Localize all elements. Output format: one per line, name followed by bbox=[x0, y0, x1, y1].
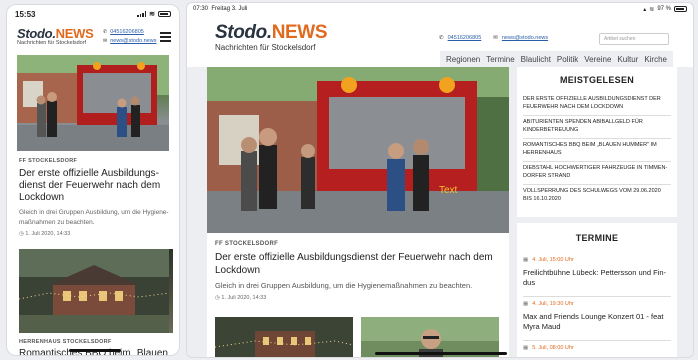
meistgelesen-item[interactable]: DIEBSTAHL HOCHWERTIGER FAHRZEUGE IN TIMM… bbox=[523, 162, 671, 185]
nav-kirche[interactable]: Kirche bbox=[644, 55, 667, 64]
email-link[interactable]: news@stodo.news bbox=[502, 35, 548, 41]
meistgelesen-heading: MEISTGELESEN bbox=[559, 75, 635, 85]
battery-level: 97 % bbox=[657, 6, 671, 12]
wifi-icon: ≋ bbox=[149, 11, 155, 18]
home-indicator bbox=[375, 352, 507, 355]
herrenhaus-photo bbox=[19, 248, 170, 333]
tablet-status-time: 07:30 bbox=[193, 6, 209, 12]
menu-icon[interactable] bbox=[160, 32, 171, 44]
nav-vereine[interactable]: Vereine bbox=[584, 55, 611, 64]
meistgelesen-item[interactable]: VOLLSPERRUNG DES SCHULWEGS VOM 29.06.202… bbox=[523, 185, 671, 207]
fire-truck-photo bbox=[17, 55, 169, 151]
sidebar: MEISTGELESEN DER ERSTE OFFIZIELLE AUSBIL… bbox=[517, 67, 677, 357]
termine-list: ▦ 4. Juli, 15:00 Uhr Freilichtbühne Lübec… bbox=[523, 253, 671, 357]
logo-news: NEWS bbox=[271, 22, 328, 43]
phone-link[interactable]: 04516206805 bbox=[448, 35, 482, 41]
phone-header: Stodo.NEWS Nachrichten für Stockelsdorf … bbox=[7, 23, 179, 49]
article-date: ◷ 1. Juli 2020, 14:33 bbox=[19, 230, 71, 237]
tablet-frame: 07:30 Freitag 3. Juli ▴ ≋ 97 % Stodo.NEW… bbox=[186, 2, 694, 358]
calendar-icon: ▦ bbox=[523, 300, 529, 307]
article-teaser: Gleich in drei Gruppen Ausbildung, um di… bbox=[215, 281, 473, 290]
signal-icon bbox=[137, 11, 147, 17]
logo-tagline: Nachrichten für Stockelsdorf bbox=[17, 40, 87, 46]
termine-item[interactable]: ▦ 4. Juli, 19:30 Uhr Max and Friends Loun… bbox=[523, 297, 671, 342]
phone-icon: ✆ bbox=[439, 35, 444, 41]
logo-tagline: Nachrichten für Stockelsdorf bbox=[215, 43, 316, 52]
termine-item[interactable]: ▦ 4. Juli, 15:00 Uhr Freilichtbühne Lübec… bbox=[523, 253, 671, 297]
phone-frame: 15:53 ≋ Stodo.NEWS Nachrichten für Stock… bbox=[6, 4, 180, 356]
featured-article[interactable]: Text FF STOCKELSDORF Der erste offiziell… bbox=[207, 67, 509, 357]
main-nav: Regionen Termine Blaulicht Politik Verei… bbox=[439, 51, 673, 67]
meistgelesen-item[interactable]: ABITURIENTEN SPENDEN ABIBALLGELD FÜR KIN… bbox=[523, 116, 671, 139]
article-image[interactable]: Text bbox=[207, 67, 509, 233]
fire-truck-photo: Text bbox=[207, 67, 509, 233]
article-category[interactable]: HERRENHAUS STOCKELSDORF bbox=[19, 339, 173, 345]
phone-icon: ✆ bbox=[103, 29, 108, 35]
phone-status-time: 15:53 bbox=[15, 9, 36, 19]
search-input[interactable]: Artikel suchen bbox=[599, 33, 669, 45]
termin-title[interactable]: Freilichtbühne Lübeck: Pettersson und Fi… bbox=[523, 268, 671, 288]
logo-wordmark: Stodo. bbox=[17, 26, 56, 41]
tablet-contacts: ✆ 04516206805 ✉ news@stodo.news bbox=[439, 35, 548, 41]
herrenhaus-photo bbox=[215, 317, 353, 357]
screenshot-stage: 15:53 ≋ Stodo.NEWS Nachrichten für Stock… bbox=[0, 0, 698, 360]
image-overlay-text: Text bbox=[439, 185, 458, 196]
phone-contacts: ✆ 04516206805 ✉ news@stodo.news bbox=[103, 28, 156, 45]
nav-kultur[interactable]: Kultur bbox=[617, 55, 638, 64]
email-link[interactable]: news@stodo.news bbox=[110, 38, 156, 44]
article-category[interactable]: FF STOCKELSDORF bbox=[19, 158, 169, 164]
tablet-status-bar: 07:30 Freitag 3. Juli ▴ ≋ 97 % bbox=[187, 3, 693, 15]
phone-link[interactable]: 04516206805 bbox=[110, 29, 144, 35]
battery-icon bbox=[674, 6, 687, 12]
meistgelesen-list: DER ERSTE OFFIZIELLE AUSBILDUNGSDIENST D… bbox=[523, 93, 671, 207]
termin-date: 4. Juli, 15:00 Uhr bbox=[532, 256, 574, 263]
logo-wordmark: Stodo. bbox=[215, 22, 272, 43]
related-article-thumb[interactable] bbox=[215, 317, 353, 357]
termin-date: 4. Juli, 19:30 Uhr bbox=[532, 300, 574, 307]
site-logo[interactable]: Stodo.NEWS Nachrichten für Stockelsdorf bbox=[17, 26, 94, 47]
article-category[interactable]: FF STOCKELSDORF bbox=[215, 241, 509, 247]
tablet-body: Text FF STOCKELSDORF Der erste offiziell… bbox=[187, 67, 693, 357]
article-date: ◷ 1. Juli 2020, 14:33 bbox=[215, 294, 267, 301]
home-indicator bbox=[69, 349, 121, 352]
battery-icon bbox=[158, 11, 171, 17]
tablet-status-date: Freitag 3. Juli bbox=[211, 6, 248, 12]
wifi-icon: ≋ bbox=[649, 6, 655, 13]
nav-termine[interactable]: Termine bbox=[486, 55, 514, 64]
termine-heading: TERMINE bbox=[575, 232, 619, 243]
signal-icon: ▴ bbox=[643, 6, 647, 13]
meistgelesen-item[interactable]: ROMANTISCHES BBQ BEIM „BLAUEN HUMMER" IM… bbox=[523, 139, 671, 162]
nav-regionen[interactable]: Regionen bbox=[446, 55, 480, 64]
calendar-icon: ▦ bbox=[523, 345, 529, 352]
termin-date: 5. Juli, 08:00 Uhr bbox=[532, 345, 574, 352]
clock-icon: ◷ bbox=[215, 294, 220, 301]
termin-title[interactable]: Max and Friends Lounge Konzert 01 - feat… bbox=[523, 312, 671, 332]
nav-blaulicht[interactable]: Blaulicht bbox=[521, 55, 551, 64]
meistgelesen-item[interactable]: DER ERSTE OFFIZIELLE AUSBILDUNGSDIENST D… bbox=[523, 93, 671, 116]
article-card[interactable]: HERRENHAUS STOCKELSDORF Romantisches BBQ… bbox=[19, 248, 173, 355]
termine-item[interactable]: ▦ 5. Juli, 08:00 Uhr bbox=[523, 341, 671, 357]
site-logo[interactable]: Stodo.NEWS Nachrichten für Stockelsdorf bbox=[215, 22, 328, 52]
article-title[interactable]: Der erste offizielle Ausbildungsdienst d… bbox=[215, 251, 499, 277]
logo-news: NEWS bbox=[55, 26, 94, 41]
article-title[interactable]: Der erste offizielle Ausbildungs­dienst … bbox=[19, 168, 169, 204]
mail-icon: ✉ bbox=[493, 35, 498, 41]
phone-status-bar: 15:53 ≋ bbox=[7, 5, 179, 23]
clock-icon: ◷ bbox=[19, 230, 24, 237]
article-image[interactable] bbox=[17, 55, 169, 151]
calendar-icon: ▦ bbox=[523, 256, 529, 263]
article-image[interactable] bbox=[19, 248, 173, 333]
nav-politik[interactable]: Politik bbox=[557, 55, 578, 64]
article-teaser: Gleich in drei Gruppen Ausbildung, um di… bbox=[19, 209, 169, 226]
tablet-header: Stodo.NEWS Nachrichten für Stockelsdorf … bbox=[187, 15, 693, 67]
mail-icon: ✉ bbox=[103, 37, 108, 44]
